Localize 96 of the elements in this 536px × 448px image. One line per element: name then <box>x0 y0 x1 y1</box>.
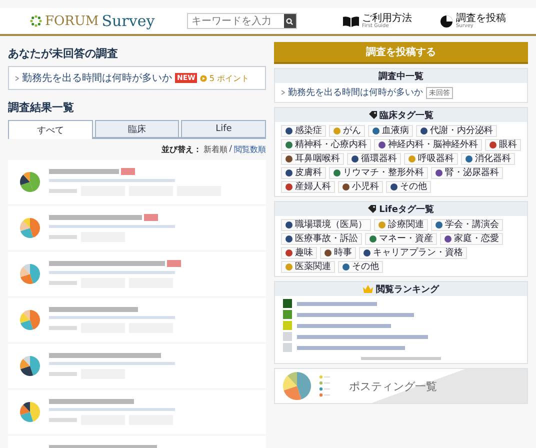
book-icon <box>343 16 359 26</box>
sort-link[interactable]: 閲覧数順 <box>234 144 266 155</box>
pie-chart-icon <box>20 310 40 330</box>
tag-link[interactable]: 学会・講演会 <box>431 219 503 231</box>
tag-link[interactable]: 感染症 <box>281 125 326 137</box>
tag-link[interactable]: 神経内科・脳神経外科 <box>374 139 482 151</box>
blurred-date <box>49 326 77 330</box>
survey-link[interactable]: 勤務先を出る時間は何時が多いか <box>288 86 423 99</box>
survey-row[interactable] <box>8 252 266 296</box>
tag-link[interactable]: その他 <box>338 261 383 273</box>
tag-symbol-icon <box>342 263 350 271</box>
tag-icon <box>368 111 376 119</box>
sort-label: 並び替え： <box>161 144 202 155</box>
logo-text: FORUM <box>45 14 99 28</box>
legend-icon <box>319 374 331 398</box>
tag-link[interactable]: 家庭・恋愛 <box>440 233 503 245</box>
panel-title: 閲覧ランキング <box>376 284 439 296</box>
panel-title: 臨床タグ一覧 <box>380 109 434 122</box>
chevron-icon <box>281 90 285 95</box>
chevron-icon <box>15 76 19 80</box>
tag-link[interactable]: 診療関連 <box>374 219 428 231</box>
tag-link[interactable]: 血液病 <box>368 125 413 137</box>
pie-chart-drawing <box>283 372 311 400</box>
tag-link[interactable]: 皮膚科 <box>281 167 326 179</box>
logo-text: Survey <box>102 12 155 30</box>
tab[interactable]: すべて <box>8 120 93 139</box>
blurred-title <box>49 169 119 174</box>
tag-symbol-icon <box>465 155 473 163</box>
section-title: 調査結果一覧 <box>8 100 75 115</box>
tag-symbol-icon <box>489 141 497 149</box>
pie-chart-icon <box>20 264 40 284</box>
tag-link[interactable]: 医療事故・訴訟 <box>281 233 362 245</box>
pie-chart-icon <box>20 356 40 376</box>
tag-link[interactable]: 呼吸器科 <box>404 153 458 165</box>
tag-link[interactable]: 耳鼻咽喉科 <box>281 153 344 165</box>
tag-link[interactable]: 趣味 <box>281 247 317 259</box>
blurred-date <box>49 281 77 285</box>
tag-symbol-icon <box>408 155 416 163</box>
tag-link[interactable]: その他 <box>386 181 431 193</box>
tag-symbol-icon <box>435 169 443 177</box>
tag-symbol-icon <box>324 249 332 257</box>
search-button[interactable] <box>284 14 296 28</box>
survey-link[interactable]: 勤務先を出る時間は何時が多いか <box>22 71 172 85</box>
blurred-link[interactable] <box>297 334 428 338</box>
tag-symbol-icon <box>351 155 359 163</box>
tag-symbol-icon <box>420 127 428 135</box>
panel-title: Lifeタグ一覧 <box>379 204 434 216</box>
tag-link[interactable]: がん <box>329 125 365 137</box>
pie-chart-icon <box>20 402 40 422</box>
logo-icon <box>30 15 42 27</box>
tag-link[interactable]: キャリアプラン・資格 <box>359 247 467 259</box>
posting-banner[interactable]: ポスティング一覧 <box>274 368 528 404</box>
tag-link[interactable]: 医薬関連 <box>281 261 335 273</box>
pie-chart-icon <box>20 172 40 192</box>
blurred-link[interactable] <box>297 324 391 328</box>
tab[interactable]: 臨床 <box>94 120 180 137</box>
tab[interactable]: Life <box>181 120 266 137</box>
tag-link[interactable]: 眼科 <box>485 139 521 151</box>
tag-link[interactable]: マネー・資産 <box>365 233 437 245</box>
survey-row[interactable] <box>8 298 266 342</box>
survey-row[interactable] <box>8 160 266 204</box>
banner-title: ポスティング一覧 <box>349 378 437 394</box>
pie-chart-icon <box>20 218 40 238</box>
tag-link[interactable]: 代謝・内分泌科 <box>416 125 497 137</box>
search-field[interactable]: キーワードを入力 <box>186 13 297 29</box>
tag-link[interactable]: 職場環境（医局） <box>281 219 371 231</box>
tag-link[interactable]: 時事 <box>320 247 356 259</box>
tag-symbol-icon <box>390 183 398 191</box>
blurred-date <box>49 189 77 193</box>
coin-icon <box>200 74 208 82</box>
search-icon <box>286 18 294 24</box>
tag-link[interactable]: リウマチ・整形外科 <box>329 167 428 179</box>
tag-link[interactable]: 小児科 <box>338 181 383 193</box>
blurred-date <box>49 235 77 239</box>
tag-icon <box>368 205 376 213</box>
blurred-date <box>49 372 77 376</box>
sort-link[interactable]: 新着順 <box>203 144 228 155</box>
survey-row[interactable] <box>8 206 266 250</box>
survey-row[interactable] <box>8 390 266 434</box>
tag-link[interactable]: 消化器科 <box>461 153 515 165</box>
survey-row[interactable] <box>8 344 266 388</box>
tag-link[interactable]: 腎・泌尿器科 <box>431 167 503 179</box>
crown-icon <box>363 285 373 293</box>
pie-chart-icon <box>440 14 453 28</box>
section-title: あなたが未回答の調査 <box>8 46 119 61</box>
blurred-link[interactable] <box>297 312 414 316</box>
blurred-date <box>49 418 77 422</box>
tag-link[interactable]: 精神科・心療内科 <box>281 139 371 151</box>
points-text: 5 ポイント <box>209 72 250 84</box>
tag-link[interactable]: 循環器科 <box>347 153 401 165</box>
tag-symbol-icon <box>333 127 341 135</box>
separator-text: / <box>229 144 232 155</box>
panel-title: 調査中一覧 <box>378 70 424 82</box>
blurred-link[interactable] <box>297 346 405 350</box>
tag-link[interactable]: 産婦人科 <box>281 181 335 193</box>
blurred-link[interactable] <box>297 302 377 306</box>
